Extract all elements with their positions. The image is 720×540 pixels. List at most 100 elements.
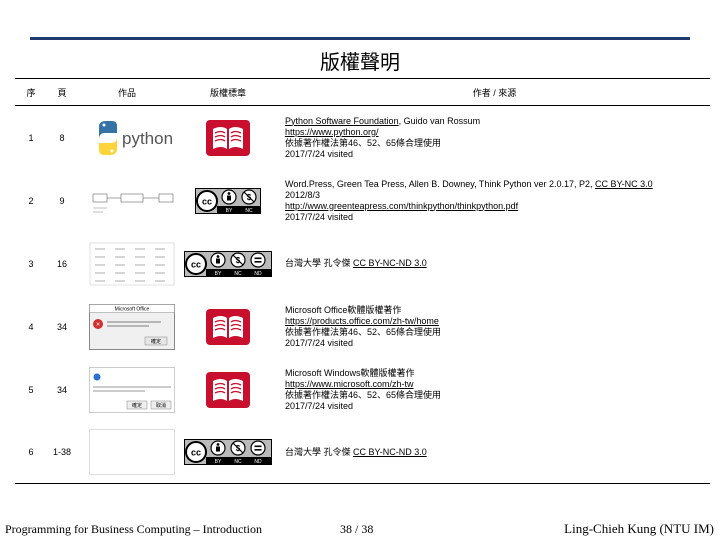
svg-text:取消: 取消 [156,402,166,409]
source-text: Microsoft Office軟體版權著作 [285,304,402,315]
source-link[interactable]: CC BY-NC-ND 3.0 [353,447,427,457]
row-page: 8 [59,132,65,143]
source-text: 台灣大學 孔令傑 [285,446,354,457]
footer-page-number: 38 / 38 [340,522,374,536]
svg-text:Microsoft Office: Microsoft Office [115,306,150,312]
row-work: Microsoft Office × 確定 [77,295,177,358]
source-text: 台灣大學 孔令傑 [285,258,354,268]
svg-text:BY: BY [215,271,222,277]
source-line: 依據著作權法第46、52、65條合理使用 [285,327,710,338]
row-work: python [77,106,177,170]
table-row: 4 34 Microsoft Office × 確定 Microsoft Office軟體… [15,295,710,358]
row-source: Python Software Foundation, Guido van Ro… [279,106,710,170]
table-row: 1 8 python Python Software Foundation, Guid… [15,106,710,170]
svg-text:確定: 確定 [151,338,161,345]
source-line: Word.Press, Green Tea Press, Allen B. Do… [285,179,710,190]
table-row: 61-38ccBY$NCND台灣大學 孔令傑 CC BY-NC-ND 3.0 [15,421,710,484]
footer-course-title: Programming for Business Computing – Int… [5,522,262,536]
source-line: 2012/8/3 [285,190,710,201]
source-link[interactable]: http://www.greenteapress.com/thinkpython… [285,201,518,211]
row-page: 9 [59,195,65,206]
source-line: https://www.microsoft.com/zh-tw [285,379,710,390]
credits-table: 序 頁 作品 版權標章 作者 / 來源 1 8 python Python Softw… [15,78,710,484]
row-license: ccBY$NCND [177,421,279,484]
source-link[interactable]: https://www.microsoft.com/zh-tw [285,379,414,389]
row-license: ccBY$NC [177,169,279,232]
svg-text:NC: NC [234,271,242,277]
row-license [177,106,279,170]
svg-text:BY: BY [226,208,233,214]
source-text: 2012/8/3 [285,189,321,200]
python-wordmark: python [122,129,173,148]
row-seq: 2 [28,195,34,206]
source-line: 台灣大學 孔令傑 CC BY-NC-ND 3.0 [285,258,710,269]
col-header-page: 頁 [47,78,77,106]
cc-by-nc-nd-icon: ccBY$NCND [177,439,279,465]
source-line: 台灣大學 孔令傑 CC BY-NC-ND 3.0 [285,447,710,458]
source-line: 2017/7/24 visited [285,149,710,160]
source-link[interactable]: CC BY-NC-ND 3.0 [353,258,427,268]
top-rule [30,37,690,40]
source-link[interactable]: https://www.python.org/ [285,127,379,137]
svg-text:×: × [96,321,100,328]
source-text: 2017/7/24 visited [285,400,354,411]
row-work [77,169,177,232]
source-link[interactable]: Python Software Foundation [285,116,399,126]
col-header-work: 作品 [77,78,177,106]
diagram-thumbnail-icon [89,178,175,224]
copyright-book-icon [177,119,279,157]
col-header-license: 版權標章 [177,78,279,106]
source-line: 2017/7/24 visited [285,338,710,349]
table-thumbnail-icon [89,241,175,287]
source-text: 2017/7/24 visited [285,211,354,222]
cc-by-nc-icon: ccBY$NC [177,187,279,214]
source-text: , Guido van Rossum [398,115,481,126]
page-title: 版權聲明 [320,50,400,74]
source-text: 依據著作權法第46、52、65條合理使用 [285,326,442,337]
source-text: Word.Press, Green Tea Press, Allen B. Do… [285,178,595,189]
row-work [77,421,177,484]
col-header-seq: 序 [15,78,47,106]
row-work [77,232,177,295]
source-text: Microsoft Windows軟體版權著作 [285,367,415,378]
copyright-book-icon [177,371,279,409]
source-line: 依據著作權法第46、52、65條合理使用 [285,390,710,401]
cc-by-nc-nd-icon: ccBY$NCND [177,250,279,277]
row-seq: 5 [28,384,34,395]
row-source: 台灣大學 孔令傑 CC BY-NC-ND 3.0 [279,232,710,295]
svg-text:cc: cc [191,259,201,269]
svg-text:NC: NC [245,208,253,214]
table-row: 29ccBY$NCWord.Press, Green Tea Press, Al… [15,169,710,232]
source-line: https://www.python.org/ [285,127,710,138]
source-line: Microsoft Windows軟體版權著作 [285,368,710,379]
source-line: Python Software Foundation, Guido van Ro… [285,116,710,127]
table-header-row: 序 頁 作品 版權標章 作者 / 來源 [15,78,710,106]
source-line: 2017/7/24 visited [285,212,710,223]
row-seq: 1 [28,132,34,143]
row-page: 34 [56,384,67,395]
row-source: Microsoft Windows軟體版權著作 https://www.micro… [279,358,710,421]
source-line: http://www.greenteapress.com/thinkpython… [285,201,710,212]
table-row: 316ccBY$NCND台灣大學 孔令傑 CC BY-NC-ND 3.0 [15,232,710,295]
row-seq: 3 [28,258,34,269]
svg-text:ND: ND [254,459,262,465]
row-seq: 4 [28,321,34,332]
row-page: 1-38 [47,421,77,484]
source-link[interactable]: CC BY-NC 3.0 [595,179,653,189]
footer-author: Ling-Chieh Kung (NTU IM) [564,521,714,536]
source-line: 依據著作權法第46、52、65條合理使用 [285,138,710,149]
svg-text:BY: BY [215,459,222,465]
row-license [177,358,279,421]
source-line: Microsoft Office軟體版權著作 [285,305,710,316]
source-text: 2017/7/24 visited [285,148,354,159]
source-text: 依據著作權法第46、52、65條合理使用 [285,137,442,148]
svg-text:確定: 確定 [132,402,142,409]
row-source: Word.Press, Green Tea Press, Allen B. Do… [279,169,710,232]
source-text: 2017/7/24 visited [285,337,354,348]
source-link[interactable]: https://products.office.com/zh-tw/home [285,316,439,326]
svg-text:cc: cc [202,196,212,206]
table-row: 5 34 確定 取消 Microsoft Windows軟體版權著作 https://ww… [15,358,710,421]
row-license: ccBY$NCND [177,232,279,295]
row-source: Microsoft Office軟體版權著作 https://products.o… [279,295,710,358]
row-source: 台灣大學 孔令傑 CC BY-NC-ND 3.0 [279,421,710,484]
